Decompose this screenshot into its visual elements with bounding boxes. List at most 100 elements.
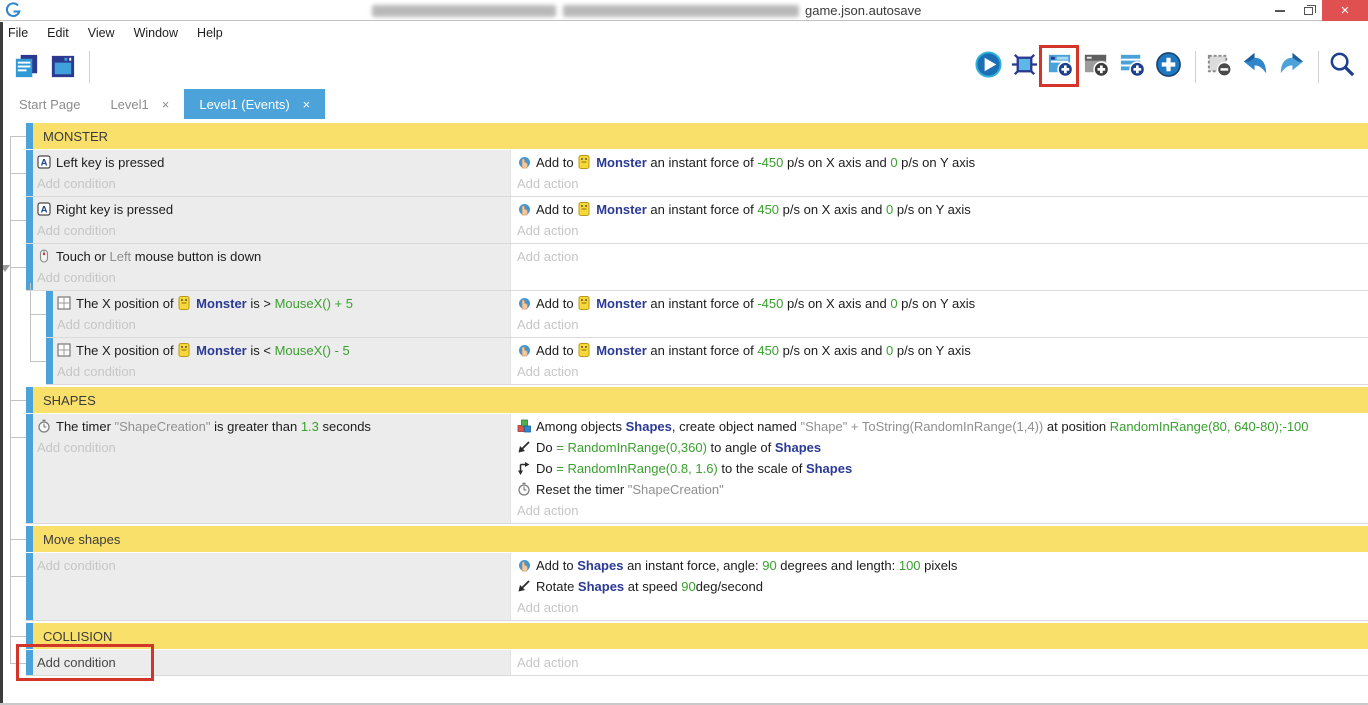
event-color-bar: [26, 623, 33, 649]
project-manager-icon[interactable]: [10, 50, 42, 84]
condition-line[interactable]: The X position of Monster is < MouseX() …: [57, 340, 510, 361]
event-color-bar: [26, 150, 33, 196]
text: Left key is pressed: [56, 155, 164, 170]
redo-button[interactable]: [1275, 50, 1307, 84]
action-line[interactable]: Add to Monster an instant force of -450 …: [517, 152, 1368, 173]
add-action-button[interactable]: Add action: [517, 361, 1368, 382]
conditions-column: The X position of Monster is < MouseX() …: [53, 338, 511, 384]
expression: MouseX() - 5: [275, 343, 350, 358]
add-comment-button[interactable]: [1116, 50, 1148, 84]
text: mouse button is down: [131, 249, 261, 264]
object-name: Monster: [596, 202, 647, 217]
action-line[interactable]: Reset the timer "ShapeCreation": [517, 479, 1368, 500]
menu-edit[interactable]: Edit: [47, 26, 69, 40]
toolbar-separator: [1318, 51, 1319, 83]
play-button[interactable]: [972, 50, 1004, 84]
object-name: Monster: [596, 155, 647, 170]
condition-line[interactable]: The X position of Monster is > MouseX() …: [57, 293, 510, 314]
add-event-button[interactable]: [1044, 50, 1076, 84]
expression: 90: [681, 579, 695, 594]
menu-file[interactable]: File: [8, 26, 28, 40]
group-header[interactable]: MONSTER: [33, 123, 1368, 149]
add-action-button[interactable]: Add action: [517, 652, 1368, 673]
add-condition-button[interactable]: Add condition: [57, 361, 510, 382]
tab-close-icon[interactable]: ×: [162, 97, 170, 112]
undo-button[interactable]: [1239, 50, 1271, 84]
text: p/s on X axis and: [783, 296, 890, 311]
remove-strip-button[interactable]: [1203, 50, 1235, 84]
text: p/s on Y axis: [893, 202, 971, 217]
text: , create object named: [672, 419, 801, 434]
scene-editor-icon[interactable]: [46, 50, 78, 84]
action-line[interactable]: Rotate Shapes at speed 90deg/second: [517, 576, 1368, 597]
add-action-button[interactable]: Add action: [517, 500, 1368, 521]
debug-button[interactable]: [1008, 50, 1040, 84]
add-condition-button[interactable]: Add condition: [57, 314, 510, 335]
tab-close-icon[interactable]: ×: [303, 97, 311, 112]
menu-help[interactable]: Help: [197, 26, 223, 40]
condition-line[interactable]: Touch or Left mouse button is down: [37, 246, 510, 267]
tree-stub: [10, 636, 26, 637]
menu-view[interactable]: View: [88, 26, 115, 40]
blurred-title-text: [372, 5, 556, 17]
add-action-button[interactable]: Add action: [517, 246, 1368, 267]
window-controls: ×: [1266, 0, 1368, 21]
action-line[interactable]: Do = RandomInRange(0.8, 1.6) to the scal…: [517, 458, 1368, 479]
expression: = RandomInRange(0,360): [556, 440, 707, 455]
tab-level1-events-[interactable]: Level1 (Events) ×: [184, 89, 325, 119]
menu-window[interactable]: Window: [134, 26, 178, 40]
search-button[interactable]: [1326, 50, 1358, 84]
add-action-button[interactable]: Add action: [517, 220, 1368, 241]
minimize-icon: [1275, 10, 1285, 12]
object-name: Shapes: [577, 558, 623, 573]
object-name: Monster: [196, 343, 247, 358]
add-condition-button[interactable]: Add condition: [37, 555, 510, 576]
add-condition-button[interactable]: Add condition: [37, 267, 510, 288]
action-line[interactable]: Among objects Shapes, create object name…: [517, 416, 1368, 437]
add-subevent-button[interactable]: [1080, 50, 1112, 84]
group-header[interactable]: Move shapes: [33, 526, 1368, 552]
action-line[interactable]: Add to Monster an instant force of 450 p…: [517, 199, 1368, 220]
events-sheet: MONSTERALeft key is pressedAdd condition…: [0, 119, 1368, 705]
condition-line[interactable]: ALeft key is pressed: [37, 152, 510, 173]
group-header[interactable]: SHAPES: [33, 387, 1368, 413]
action-line[interactable]: Do = RandomInRange(0,360) to angle of Sh…: [517, 437, 1368, 458]
text: p/s on X axis and: [779, 343, 886, 358]
monster-object-icon: [177, 343, 191, 357]
add-condition-button[interactable]: Add condition: [37, 173, 510, 194]
add-condition-button[interactable]: Add condition: [37, 437, 510, 458]
tab-level1[interactable]: Level1×: [95, 89, 184, 119]
conditions-column: ALeft key is pressedAdd condition: [33, 150, 511, 196]
add-condition-button[interactable]: Add condition: [37, 652, 510, 673]
condition-line[interactable]: The timer "ShapeCreation" is greater tha…: [37, 416, 510, 437]
monster-object-icon: [577, 343, 591, 357]
expression: 0: [890, 296, 897, 311]
tabbar: Start PageLevel1× Level1 (Events) ×: [0, 89, 1368, 119]
add-action-button[interactable]: Add action: [517, 597, 1368, 618]
minimize-button[interactable]: [1266, 0, 1294, 21]
add-condition-button[interactable]: Add condition: [37, 220, 510, 241]
expression: -450: [757, 296, 783, 311]
action-line[interactable]: Add to Monster an instant force of 450 p…: [517, 340, 1368, 361]
tab-start-page[interactable]: Start Page: [4, 89, 95, 119]
close-button[interactable]: ×: [1322, 0, 1368, 21]
window-title: game.json.autosave: [805, 3, 921, 18]
add-circle-button[interactable]: [1152, 50, 1184, 84]
add-action-button[interactable]: Add action: [517, 173, 1368, 194]
tab-label: Level1 (Events): [199, 97, 289, 112]
maximize-button[interactable]: [1294, 0, 1322, 21]
add-action-button[interactable]: Add action: [517, 314, 1368, 335]
debug-icon: [1010, 50, 1039, 84]
condition-line[interactable]: ARight key is pressed: [37, 199, 510, 220]
window-left-edge: [0, 22, 3, 705]
string-literal: "ShapeCreation": [628, 482, 724, 497]
position-icon: [57, 343, 71, 357]
action-line[interactable]: Add to Monster an instant force of -450 …: [517, 293, 1368, 314]
object-name: Monster: [196, 296, 247, 311]
force-hand-icon: [517, 558, 531, 572]
action-line[interactable]: Add to Shapes an instant force, angle: 9…: [517, 555, 1368, 576]
event-color-bar: [26, 526, 33, 552]
text: pixels: [921, 558, 958, 573]
group-header[interactable]: COLLISION: [33, 623, 1368, 649]
tree-stub: [10, 220, 26, 221]
